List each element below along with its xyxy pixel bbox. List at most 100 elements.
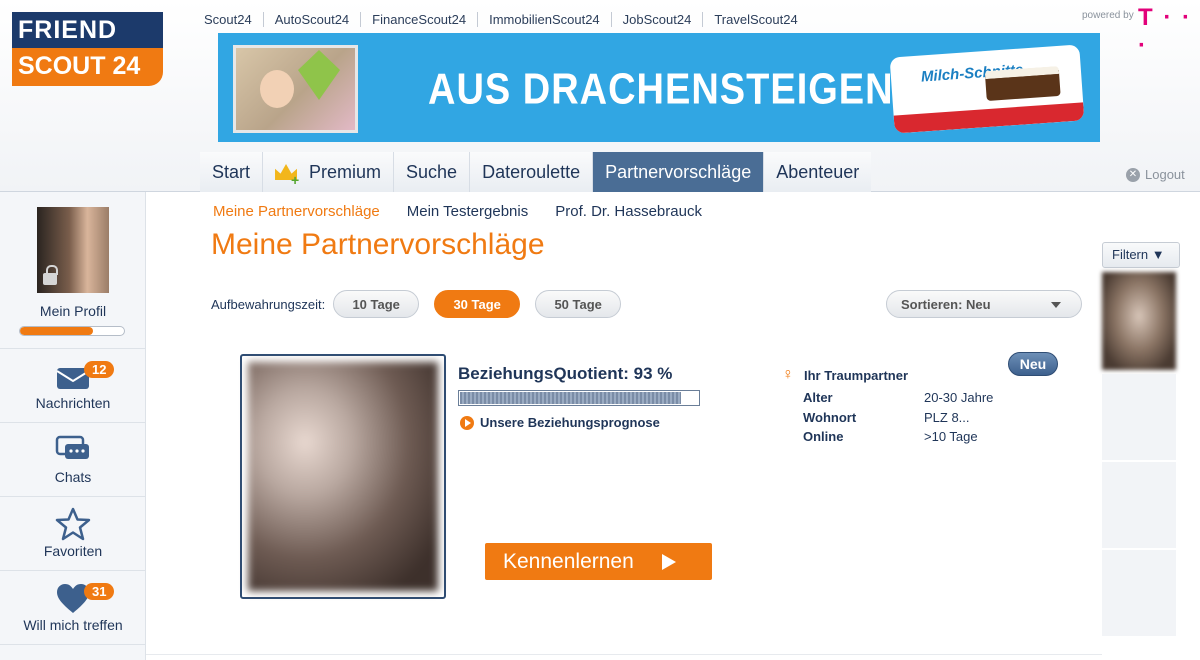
banner-photo xyxy=(233,45,358,133)
detail-value: 20-30 Jahre xyxy=(924,390,994,405)
tab-dateroulette[interactable]: Dateroulette xyxy=(469,152,593,192)
sidebar-item-label: Nachrichten xyxy=(35,395,111,411)
sidebar-item-nachrichten[interactable]: 12 Nachrichten xyxy=(0,349,146,423)
child-face xyxy=(260,70,294,108)
sidebar-item-label: Will mich treffen xyxy=(23,617,123,633)
detail-row: Online >10 Tage xyxy=(803,429,993,449)
banner-product-image: Milch-Schnitte xyxy=(889,44,1085,134)
subnav-prof-hassebrauck[interactable]: Prof. Dr. Hassebrauck xyxy=(555,203,702,220)
retention-10-tage-button[interactable]: 10 Tage xyxy=(333,290,420,318)
new-badge: Neu xyxy=(1008,352,1058,376)
toplink-financescout24[interactable]: FinanceScout24 xyxy=(360,12,477,27)
main-nav: Start + Premium Suche Dateroulette Partn… xyxy=(200,152,872,192)
ad-banner[interactable]: AUS DRACHENSTEIGEN WIRD ... Milch-Schnit… xyxy=(218,33,1100,142)
tab-premium[interactable]: + Premium xyxy=(262,152,394,192)
tab-start[interactable]: Start xyxy=(200,152,263,192)
detail-key: Alter xyxy=(803,390,833,405)
sidebar-item-profile[interactable]: Mein Profil xyxy=(0,192,146,349)
bq-fill xyxy=(460,392,682,404)
crown-icon: + xyxy=(275,162,301,188)
progress-fill xyxy=(20,327,93,335)
sidebar: Mein Profil 12 Nachrichten Chats Favorit… xyxy=(0,192,146,660)
lock-icon xyxy=(43,265,58,285)
tab-abenteuer[interactable]: Abenteuer xyxy=(763,152,872,192)
beziehungsquotient-bar xyxy=(458,390,700,406)
toplink-immobilienscout24[interactable]: ImmobilienScout24 xyxy=(477,12,611,27)
logo-line1: FRIEND xyxy=(12,12,163,48)
tab-suche[interactable]: Suche xyxy=(393,152,470,192)
retention-30-tage-button[interactable]: 30 Tage xyxy=(434,290,521,318)
logout-label: Logout xyxy=(1145,167,1185,182)
beziehungsquotient-title: BeziehungsQuotient: 93 % xyxy=(458,364,673,383)
close-circle-icon: ✕ xyxy=(1126,167,1140,182)
subnav-mein-testergebnis[interactable]: Mein Testergebnis xyxy=(407,203,528,220)
retention-selector: Aufbewahrungszeit: 10 Tage 30 Tage 50 Ta… xyxy=(211,290,622,318)
beziehungsprognose-link[interactable]: Unsere Beziehungsprognose xyxy=(460,415,660,430)
retention-label: Aufbewahrungszeit: xyxy=(211,296,326,312)
thumbnail-photo[interactable] xyxy=(1102,272,1176,370)
play-arrow-icon xyxy=(661,553,676,570)
powered-by-label: powered by xyxy=(1082,10,1134,21)
package-stripe xyxy=(893,102,1085,134)
detail-key: Online xyxy=(803,429,844,444)
toplink-scout24[interactable]: Scout24 xyxy=(204,12,263,27)
avatar xyxy=(37,207,109,293)
tab-label: Premium xyxy=(309,161,382,182)
kite-shape xyxy=(298,50,340,100)
logo-line2: SCOUT 24 xyxy=(12,48,163,86)
sidebar-item-will-mich-treffen[interactable]: 31 Will mich treffen xyxy=(0,571,146,645)
suggestion-thumbnails xyxy=(1102,272,1176,660)
sidebar-item-chats[interactable]: Chats xyxy=(0,423,146,497)
nachrichten-count-badge: 12 xyxy=(84,361,115,378)
tab-label: Start xyxy=(212,161,251,182)
traumpartner-label: Ihr Traumpartner xyxy=(804,367,909,383)
scout24-network-links: Scout24 AutoScout24 FinanceScout24 Immob… xyxy=(204,12,809,27)
thumbnail-placeholder xyxy=(1102,550,1176,636)
profile-details: Alter 20-30 Jahre Wohnort PLZ 8... Onlin… xyxy=(803,390,993,449)
detail-row: Alter 20-30 Jahre xyxy=(803,390,993,410)
detail-row: Wohnort PLZ 8... xyxy=(803,410,993,430)
match-photo[interactable] xyxy=(240,354,446,599)
blurred-photo xyxy=(248,362,438,591)
tab-partnervorschlaege[interactable]: Partnervorschläge xyxy=(592,152,764,192)
thumbnail-placeholder xyxy=(1102,462,1176,548)
sub-navigation: Meine Partnervorschläge Mein Testergebni… xyxy=(213,203,729,220)
traumpartner-heading: ♀ Ihr Traumpartner xyxy=(782,366,908,384)
toplink-travelscout24[interactable]: TravelScout24 xyxy=(702,12,808,27)
prognose-label: Unsere Beziehungsprognose xyxy=(480,415,660,430)
play-icon xyxy=(460,415,474,430)
sort-dropdown[interactable]: Sortieren: Neu xyxy=(886,290,1082,318)
snack-shape xyxy=(984,65,1061,102)
detail-value: PLZ 8... xyxy=(924,409,970,425)
tab-label: Partnervorschläge xyxy=(605,161,752,182)
chevron-down-icon xyxy=(1051,302,1061,308)
retention-50-tage-button[interactable]: 50 Tage xyxy=(535,290,622,318)
female-symbol-icon: ♀ xyxy=(782,366,794,383)
chat-bubbles-icon xyxy=(55,435,91,465)
detail-key: Wohnort xyxy=(803,409,857,425)
toplink-autoscout24[interactable]: AutoScout24 xyxy=(262,12,360,27)
logout-button[interactable]: ✕ Logout xyxy=(1126,167,1185,182)
tab-label: Dateroulette xyxy=(482,161,581,182)
kennenlernen-label: Kennenlernen xyxy=(503,549,634,573)
star-icon xyxy=(55,507,91,541)
site-header: FRIEND SCOUT 24 Scout24 AutoScout24 Fina… xyxy=(0,0,1200,192)
sort-value: Sortieren: Neu xyxy=(901,297,991,312)
sidebar-item-label: Mein Profil xyxy=(39,303,107,319)
kennenlernen-button[interactable]: Kennenlernen xyxy=(485,543,712,580)
treffen-count-badge: 31 xyxy=(84,583,115,600)
profile-progress-bar xyxy=(19,326,125,336)
page-title: Meine Partnervorschläge xyxy=(211,228,545,261)
sidebar-item-label: Favoriten xyxy=(43,543,103,559)
friendscout24-logo[interactable]: FRIEND SCOUT 24 xyxy=(12,12,163,86)
telekom-logo[interactable]: T · · · xyxy=(1138,4,1200,60)
sidebar-item-label: Chats xyxy=(54,469,92,485)
thumbnail-placeholder xyxy=(1102,374,1176,460)
filter-button[interactable]: Filtern ▼ xyxy=(1102,242,1180,268)
divider xyxy=(146,654,1102,655)
tab-label: Suche xyxy=(406,161,458,182)
tab-label: Abenteuer xyxy=(776,161,860,182)
subnav-meine-partnervorschlaege[interactable]: Meine Partnervorschläge xyxy=(213,203,380,220)
toplink-jobscout24[interactable]: JobScout24 xyxy=(610,12,703,27)
sidebar-item-favoriten[interactable]: Favoriten xyxy=(0,497,146,571)
